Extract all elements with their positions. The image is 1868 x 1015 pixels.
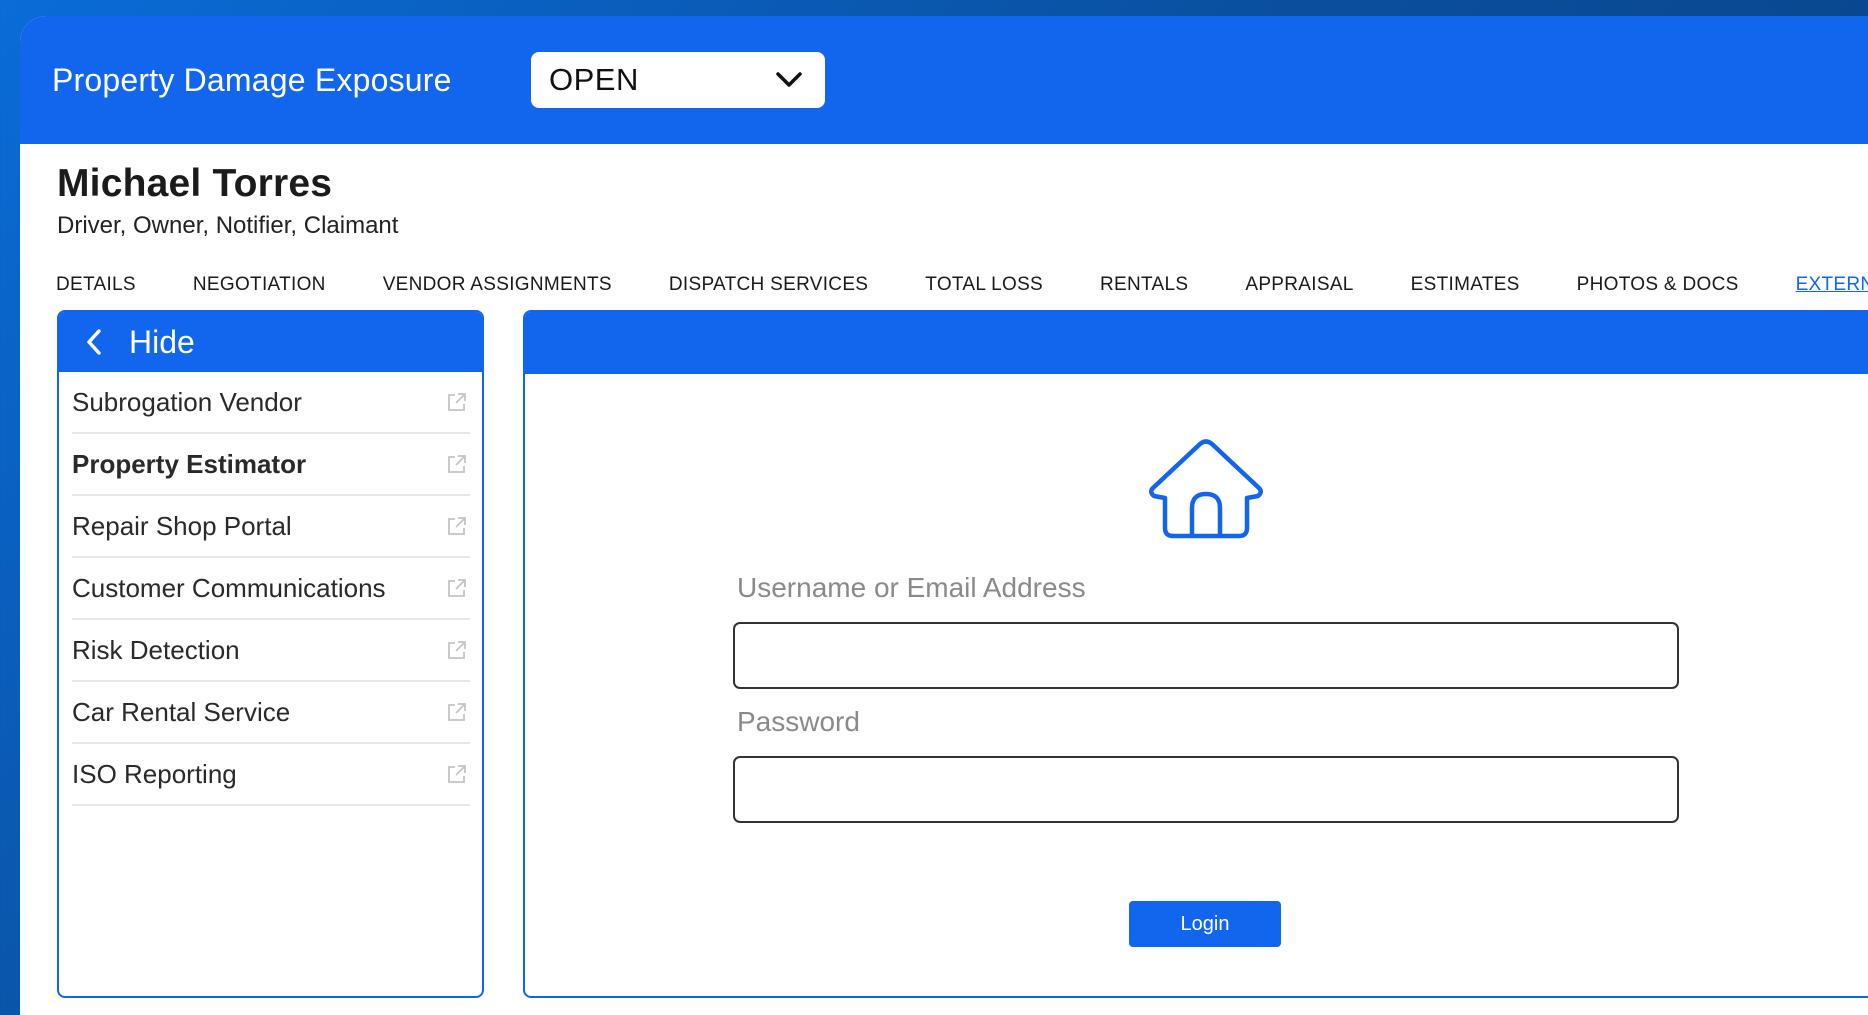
tab-details[interactable]: DETAILS bbox=[56, 274, 136, 296]
sidebar-item-label: Car Rental Service bbox=[72, 696, 291, 727]
sidebar-item-label: Risk Detection bbox=[72, 634, 240, 665]
sidebar-item-label: Repair Shop Portal bbox=[72, 510, 292, 541]
tab-appraisal[interactable]: APPRAISAL bbox=[1245, 274, 1353, 296]
page-title: Property Damage Exposure bbox=[52, 62, 452, 98]
username-input[interactable] bbox=[733, 622, 1679, 689]
login-button[interactable]: Login bbox=[1129, 901, 1281, 947]
tab-external-links[interactable]: EXTERNAL LINKS bbox=[1796, 274, 1868, 296]
sidebar-item-iso-reporting[interactable]: ISO Reporting bbox=[72, 744, 470, 806]
external-link-icon bbox=[448, 455, 466, 473]
sidebar-item-risk-detection[interactable]: Risk Detection bbox=[72, 620, 470, 682]
sidebar-item-label: Property Estimator bbox=[72, 448, 307, 479]
status-value: OPEN bbox=[549, 62, 639, 97]
tab-bar: DETAILS NEGOTIATION VENDOR ASSIGNMENTS D… bbox=[56, 274, 1868, 296]
person-name: Michael Torres bbox=[57, 162, 333, 205]
tab-dispatch-services[interactable]: DISPATCH SERVICES bbox=[669, 274, 868, 296]
sidebar-item-repair-shop-portal[interactable]: Repair Shop Portal bbox=[72, 496, 470, 558]
external-link-icon bbox=[448, 703, 466, 721]
tab-negotiation[interactable]: NEGOTIATION bbox=[193, 274, 326, 296]
tab-photos-docs[interactable]: PHOTOS & DOCS bbox=[1577, 274, 1739, 296]
external-link-icon bbox=[448, 641, 466, 659]
external-link-icon bbox=[448, 765, 466, 783]
app-window: Property Damage Exposure OPEN Michael To… bbox=[20, 16, 1868, 1015]
chevron-left-icon bbox=[87, 329, 101, 355]
status-dropdown[interactable]: OPEN bbox=[531, 52, 825, 108]
hide-label: Hide bbox=[129, 323, 195, 360]
username-label: Username or Email Address bbox=[737, 572, 1086, 603]
password-label: Password bbox=[737, 706, 860, 737]
external-link-icon bbox=[448, 517, 466, 535]
sidebar-item-property-estimator[interactable]: Property Estimator bbox=[72, 434, 470, 496]
header-bar: Property Damage Exposure OPEN bbox=[20, 16, 1868, 144]
sidebar-item-label: Customer Communications bbox=[72, 572, 386, 603]
password-input[interactable] bbox=[733, 756, 1679, 823]
login-panel: Username or Email Address Password Login bbox=[523, 310, 1868, 998]
person-header: Michael Torres Driver, Owner, Notifier, … bbox=[57, 162, 398, 240]
sidebar-item-car-rental-service[interactable]: Car Rental Service bbox=[72, 682, 470, 744]
external-links-sidebar: Hide Subrogation Vendor Property Estimat… bbox=[57, 310, 484, 998]
sidebar-item-customer-communications[interactable]: Customer Communications bbox=[72, 558, 470, 620]
house-icon bbox=[1149, 439, 1263, 539]
hide-sidebar-button[interactable]: Hide bbox=[59, 312, 482, 372]
panel-header bbox=[525, 312, 1868, 374]
sidebar-item-subrogation-vendor[interactable]: Subrogation Vendor bbox=[72, 372, 470, 434]
tab-estimates[interactable]: ESTIMATES bbox=[1411, 274, 1520, 296]
person-roles: Driver, Owner, Notifier, Claimant bbox=[57, 212, 399, 239]
sidebar-list: Subrogation Vendor Property Estimator Re… bbox=[59, 372, 482, 806]
external-link-icon bbox=[448, 579, 466, 597]
tab-vendor-assignments[interactable]: VENDOR ASSIGNMENTS bbox=[383, 274, 612, 296]
external-link-icon bbox=[448, 393, 466, 411]
chevron-down-icon bbox=[776, 72, 802, 87]
tab-rentals[interactable]: RENTALS bbox=[1100, 274, 1188, 296]
sidebar-item-label: Subrogation Vendor bbox=[72, 386, 302, 417]
sidebar-item-label: ISO Reporting bbox=[72, 758, 237, 789]
tab-total-loss[interactable]: TOTAL LOSS bbox=[925, 274, 1043, 296]
